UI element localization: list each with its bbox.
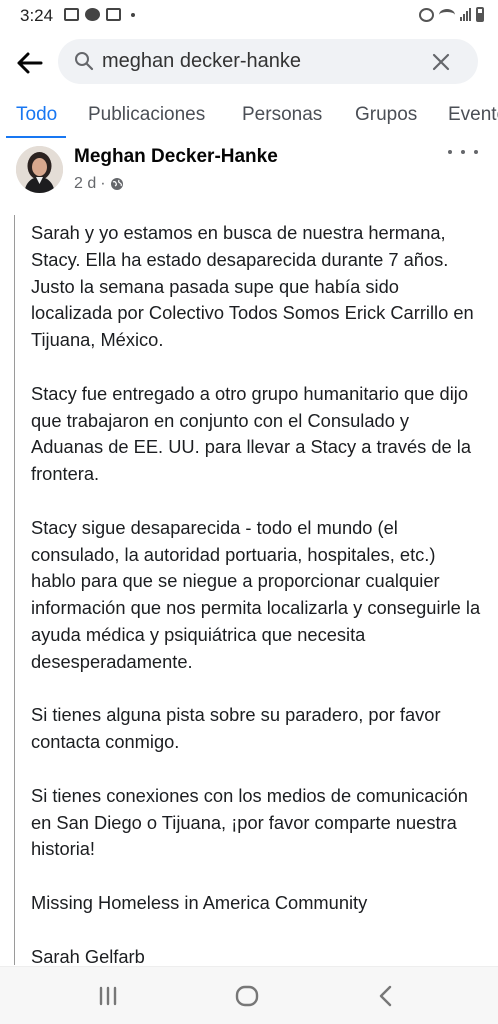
post-body: Sarah y yo estamos en busca de nuestra h… bbox=[31, 220, 483, 997]
profile-photo bbox=[16, 146, 63, 193]
arrow-left-icon bbox=[17, 52, 43, 74]
close-icon[interactable] bbox=[430, 51, 452, 73]
recents-icon[interactable] bbox=[93, 983, 123, 1009]
post-author[interactable]: Meghan Decker-Hanke bbox=[74, 146, 278, 168]
meta-separator: · bbox=[100, 175, 106, 192]
post-paragraph: Si tienes conexiones con los medios de c… bbox=[31, 784, 468, 860]
notification-icons bbox=[64, 8, 135, 21]
more-dots-icon bbox=[448, 150, 452, 154]
tab-personas[interactable]: Personas bbox=[242, 104, 322, 138]
status-time: 3:24 bbox=[20, 6, 54, 25]
post-paragraph: Sarah y yo estamos en busca de nuestra h… bbox=[31, 222, 474, 351]
tab-publicaciones[interactable]: Publicaciones bbox=[88, 104, 205, 138]
back-chevron-icon[interactable] bbox=[372, 983, 402, 1009]
signal-icon bbox=[460, 8, 471, 21]
search-input[interactable]: meghan decker-hanke bbox=[58, 39, 478, 84]
tab-todo[interactable]: Todo bbox=[16, 104, 57, 138]
post-paragraph: Stacy fue entregado a otro grupo humanit… bbox=[31, 382, 471, 485]
search-query: meghan decker-hanke bbox=[102, 50, 302, 72]
battery-icon bbox=[476, 7, 484, 22]
status-bar: 3:24 bbox=[0, 0, 498, 32]
post-time[interactable]: 2 d bbox=[74, 175, 96, 193]
wifi-icon bbox=[439, 8, 455, 21]
search-header: meghan decker-hanke bbox=[0, 36, 498, 88]
post-paragraph: Stacy sigue desaparecida - todo el mundo… bbox=[31, 516, 481, 672]
calendar-notification-icon bbox=[106, 8, 121, 21]
system-nav-bar bbox=[0, 966, 498, 1024]
tab-eventos[interactable]: Eventos bbox=[448, 104, 498, 138]
more-options-button[interactable] bbox=[448, 142, 478, 162]
gallery-notification-icon bbox=[64, 8, 79, 21]
quote-bar bbox=[14, 215, 15, 965]
back-button[interactable] bbox=[12, 46, 46, 80]
post-meta: 2 d · bbox=[74, 175, 124, 193]
post-paragraph: Missing Homeless in America Community bbox=[31, 891, 368, 913]
avatar[interactable] bbox=[16, 146, 63, 193]
search-tabs: Todo Publicaciones Personas Grupos Event… bbox=[0, 104, 498, 138]
globe-icon bbox=[110, 178, 123, 190]
search-icon bbox=[75, 52, 94, 71]
active-tab-indicator bbox=[6, 136, 66, 138]
post-paragraph: Si tienes alguna pista sobre su paradero… bbox=[31, 704, 441, 753]
tab-grupos[interactable]: Grupos bbox=[355, 104, 417, 138]
system-icons bbox=[419, 7, 484, 22]
messenger-notification-icon bbox=[85, 8, 100, 21]
alarm-icon bbox=[419, 7, 434, 22]
more-notifications-icon bbox=[131, 12, 135, 17]
home-icon[interactable] bbox=[232, 983, 262, 1009]
